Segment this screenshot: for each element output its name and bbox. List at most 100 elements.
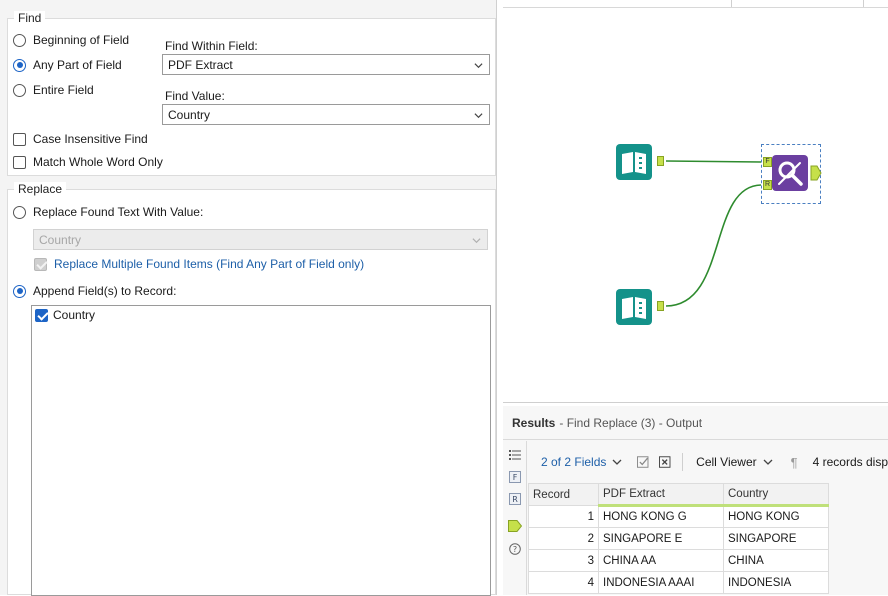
results-title: Results (512, 415, 556, 430)
append-field-country[interactable]: Country (35, 308, 95, 322)
table-row[interactable]: 2 SINGAPORE E SINGAPORE (528, 527, 829, 550)
radio-label: Any Part of Field (33, 58, 122, 72)
record-cell[interactable]: 4 (528, 571, 599, 594)
results-grid[interactable]: Record PDF Extract Country 1 HONG KONG G… (528, 483, 829, 594)
table-row[interactable]: 4 INDONESIA AAAI INDONESIA (528, 571, 829, 594)
anchor-f-icon[interactable]: F (509, 471, 521, 483)
radio-circle-selected[interactable] (13, 284, 26, 298)
country-cell[interactable]: CHINA (723, 549, 829, 572)
radio-circle[interactable] (13, 205, 26, 219)
radio-replace-found-text[interactable]: Replace Found Text With Value: (13, 205, 203, 219)
dropdown-value: Country (168, 107, 211, 122)
radio-circle[interactable] (13, 33, 26, 47)
radio-any-part-of-field[interactable]: Any Part of Field (13, 58, 122, 72)
chevron-down-icon[interactable] (612, 457, 622, 467)
checkbox-box[interactable] (13, 132, 26, 146)
find-value-dropdown[interactable]: Country (162, 104, 490, 125)
dropdown-value: Country (39, 232, 82, 247)
replace-group: Replace Replace Found Text With Value: C… (7, 182, 496, 596)
find-replace-tool[interactable] (772, 155, 808, 191)
table-row[interactable]: 3 CHINA AA CHINA (528, 549, 829, 572)
help-icon[interactable]: ? (509, 543, 521, 555)
replace-group-title: Replace (14, 182, 67, 196)
anchor-label: F (765, 158, 770, 165)
anchor-label: R (764, 181, 771, 188)
output-anchor-find-replace[interactable] (810, 165, 822, 181)
column-header-record[interactable]: Record (528, 483, 599, 506)
checkbox-label: Match Whole Word Only (33, 155, 163, 169)
book-icon (622, 152, 646, 174)
radio-entire-field[interactable]: Entire Field (13, 83, 94, 97)
pdf-extract-cell[interactable]: HONG KONG G (598, 505, 724, 528)
chevron-down-icon[interactable] (474, 61, 483, 70)
input-anchor-f[interactable]: F (763, 157, 772, 167)
record-cell[interactable]: 2 (528, 527, 599, 550)
records-count: 4 records disp (812, 455, 888, 469)
radio-label: Append Field(s) to Record: (33, 284, 177, 298)
column-header-pdf-extract[interactable]: PDF Extract (598, 483, 724, 507)
checkbox-select-icon[interactable] (637, 455, 649, 469)
output-anchor-bottom[interactable] (657, 301, 664, 311)
connections-layer (665, 160, 762, 307)
table-row[interactable]: 1 HONG KONG G HONG KONG (528, 505, 829, 528)
deselect-icon[interactable] (658, 455, 671, 469)
record-cell[interactable]: 3 (528, 549, 599, 572)
radio-circle[interactable] (13, 83, 26, 97)
input-data-tool-bottom[interactable] (616, 289, 652, 325)
checkbox-box (34, 257, 47, 271)
country-cell[interactable]: HONG KONG (723, 505, 829, 528)
fields-selector[interactable]: 2 of 2 Fields (541, 455, 622, 469)
output-anchor-top[interactable] (657, 156, 664, 166)
pdf-extract-cell[interactable]: CHINA AA (598, 549, 724, 572)
input-anchor-r[interactable]: R (763, 180, 772, 190)
toolbar-divider (682, 453, 684, 471)
find-value-label: Find Value: (165, 89, 225, 103)
configuration-pane: Find Beginning of Field Any Part of Fiel… (0, 0, 497, 596)
cell-viewer-label: Cell Viewer (696, 455, 757, 469)
find-group: Find Beginning of Field Any Part of Fiel… (7, 11, 496, 176)
svg-text:F: F (513, 473, 518, 482)
radio-label: Beginning of Field (33, 33, 130, 47)
pdf-extract-cell[interactable]: INDONESIA AAAI (598, 571, 724, 594)
list-icon[interactable] (509, 449, 521, 461)
dropdown-value: PDF Extract (168, 57, 233, 72)
country-cell[interactable]: SINGAPORE (723, 527, 829, 550)
svg-text:?: ? (513, 545, 517, 554)
pdf-extract-cell[interactable]: SINGAPORE E (598, 527, 724, 550)
results-side-rail: F R ? (503, 441, 527, 595)
checkbox-box[interactable] (13, 155, 26, 169)
radio-beginning-of-field[interactable]: Beginning of Field (13, 33, 129, 47)
find-group-title: Find (14, 11, 46, 25)
workflow-canvas[interactable]: F R (503, 0, 888, 403)
book-icon (622, 297, 646, 319)
connection-bottom-to-r[interactable] (665, 184, 762, 307)
input-data-tool-top[interactable] (616, 144, 652, 180)
results-subtitle: - Find Replace (3) - Output (559, 415, 703, 430)
radio-circle-selected[interactable] (13, 58, 26, 72)
svg-text:R: R (512, 495, 518, 504)
results-pane: Results - Find Replace (3) - Output F R … (503, 406, 888, 595)
results-toolbar: 2 of 2 Fields Cell Viewer ¶ 4 records di… (528, 441, 888, 483)
cell-viewer-selector[interactable]: Cell Viewer (696, 455, 773, 469)
case-insensitive-checkbox[interactable]: Case Insensitive Find (13, 132, 148, 146)
checkbox-label: Country (53, 308, 96, 322)
results-header: Results - Find Replace (3) - Output (503, 406, 888, 440)
record-cell[interactable]: 1 (528, 505, 599, 528)
append-fields-list[interactable]: Country (31, 305, 491, 596)
pilcrow-icon[interactable]: ¶ (791, 455, 798, 470)
match-whole-word-checkbox[interactable]: Match Whole Word Only (13, 155, 163, 169)
tab-divider (731, 0, 732, 7)
find-within-field-dropdown[interactable]: PDF Extract (162, 54, 490, 75)
anchor-r-icon[interactable]: R (509, 493, 521, 505)
radio-append-fields[interactable]: Append Field(s) to Record: (13, 284, 176, 298)
tab-divider (863, 0, 864, 7)
checkbox-label: Case Insensitive Find (33, 132, 148, 146)
output-anchor-icon[interactable] (508, 520, 522, 532)
checkbox-label: Replace Multiple Found Items (Find Any P… (54, 257, 365, 271)
column-header-country[interactable]: Country (723, 483, 829, 507)
country-cell[interactable]: INDONESIA (723, 571, 829, 594)
chevron-down-icon[interactable] (763, 457, 773, 467)
chevron-down-icon[interactable] (474, 111, 483, 120)
connection-top-to-f[interactable] (665, 160, 762, 163)
checkbox-box-checked[interactable] (35, 308, 48, 322)
